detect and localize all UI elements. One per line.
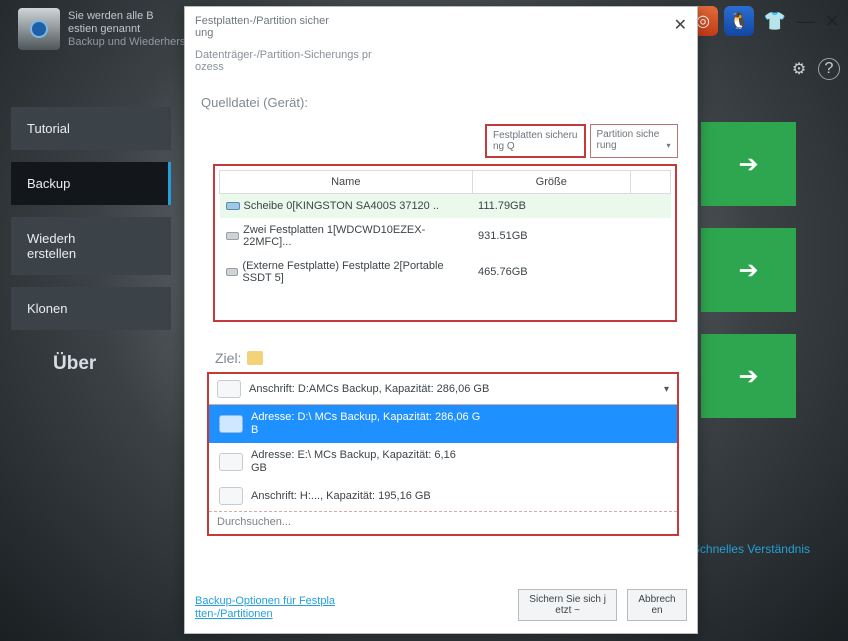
dest-selected[interactable]: Anschrift: D:AMCs Backup, Kapazität: 286… (209, 374, 677, 404)
disk-size: 111.79GB (472, 194, 630, 219)
col-size[interactable]: Größe (472, 171, 630, 194)
source-table-wrap: Name Größe Scheibe 0[KINGSTON SA400S 371… (213, 164, 677, 322)
source-label: Quelldatei (Gerät): (201, 95, 687, 110)
tab-partition-backup[interactable]: Partition siche rung ▾ (590, 124, 678, 158)
nav-label: Wiederh erstellen (27, 231, 76, 261)
table-row[interactable]: Scheibe 0[KINGSTON SA400S 37120 .. 111.7… (220, 194, 671, 219)
disk-size: 931.51GB (472, 218, 630, 254)
dest-option[interactable]: Adresse: E:\ MCs Backup, Kapazität: 6,16… (209, 443, 677, 481)
chevron-down-icon: ▾ (664, 384, 669, 395)
source-tabs: Festplatten sicheru ng Q Partition siche… (485, 124, 687, 158)
nav-restore[interactable]: Wiederh erstellen (11, 217, 171, 275)
tab-label: Partition siche rung (597, 129, 660, 151)
disk-icon (226, 202, 240, 210)
backup-now-button[interactable]: Sichern Sie sich j etzt ~ (518, 589, 617, 621)
nav-label: Backup (27, 176, 70, 191)
dialog-subtitle: Datenträger-/Partition-Sicherungs pr oze… (195, 49, 415, 73)
chevron-down-icon: ▾ (666, 140, 670, 151)
dialog-title: Festplatten-/Partition sicher ung (195, 15, 395, 39)
drive-icon (219, 415, 243, 433)
dest-label: Ziel: (215, 350, 687, 366)
header-icons: ◎ 🐧 👕 — ✕ (688, 6, 842, 36)
green-action-3[interactable]: ➔ (701, 334, 796, 418)
dest-label-text: Ziel: (215, 350, 241, 366)
disk-name: Zwei Festplatten 1[WDCWD10EZEX-22MFC]... (243, 224, 466, 248)
dest-browse[interactable]: Durchsuchen... (209, 511, 677, 534)
dest-option-text: Anschrift: H:..., Kapazität: 195,16 GB (251, 490, 431, 503)
window-close-icon[interactable]: ✕ (822, 11, 842, 32)
dest-selected-text: Anschrift: D:AMCs Backup, Kapazität: 286… (249, 383, 489, 395)
sub-icons: ⚙ ? (788, 58, 840, 80)
arrow-right-icon: ➔ (738, 362, 758, 391)
green-column: ➔ ➔ ➔ (701, 122, 796, 440)
quick-understanding-link[interactable]: Schnelles Verständnis (692, 542, 810, 556)
dest-option-list: Adresse: D:\ MCs Backup, Kapazität: 286,… (209, 404, 677, 534)
arrow-right-icon: ➔ (738, 150, 758, 179)
drive-icon (219, 487, 243, 505)
source-table: Name Größe Scheibe 0[KINGSTON SA400S 371… (219, 170, 671, 290)
disk-name: Scheibe 0[KINGSTON SA400S 37120 .. (244, 200, 439, 212)
dialog-footer: Backup-Optionen für Festpla tten-/Partit… (195, 589, 687, 621)
tab-label: Festplatten sicheru ng Q (493, 130, 578, 152)
disk-icon (226, 268, 239, 276)
help-icon[interactable]: ? (818, 58, 840, 80)
dialog-close-icon[interactable]: ✕ (674, 15, 687, 35)
green-action-1[interactable]: ➔ (701, 122, 796, 206)
cancel-button[interactable]: Abbrech en (627, 589, 687, 621)
dest-option[interactable]: Anschrift: H:..., Kapazität: 195,16 GB (209, 481, 677, 511)
col-empty (631, 171, 671, 194)
disk-size: 465.76GB (472, 254, 630, 290)
dest-option-text: Adresse: E:\ MCs Backup, Kapazität: 6,16… (251, 449, 456, 475)
disk-icon (226, 232, 240, 240)
left-nav: Tutorial Backup Wiederh erstellen Klonen… (11, 107, 171, 397)
col-name[interactable]: Name (220, 171, 473, 194)
drive-icon (217, 380, 241, 398)
green-action-2[interactable]: ➔ (701, 228, 796, 312)
nav-tutorial[interactable]: Tutorial (11, 107, 171, 150)
table-row[interactable]: Zwei Festplatten 1[WDCWD10EZEX-22MFC]...… (220, 218, 671, 254)
nav-clone[interactable]: Klonen (11, 287, 171, 330)
nav-label: Klonen (27, 301, 67, 316)
folder-icon (247, 351, 263, 365)
dest-option[interactable]: Adresse: D:\ MCs Backup, Kapazität: 286,… (209, 405, 677, 443)
dest-dropdown: Anschrift: D:AMCs Backup, Kapazität: 286… (207, 372, 679, 536)
nav-backup[interactable]: Backup (11, 162, 171, 205)
app-logo (18, 8, 60, 50)
tab-disk-backup[interactable]: Festplatten sicheru ng Q (485, 124, 586, 158)
drive-icon (219, 453, 243, 471)
arrow-right-icon: ➔ (738, 256, 758, 285)
tray-qq-icon[interactable]: 🐧 (724, 6, 754, 36)
window-minimize-icon[interactable]: — (796, 11, 816, 32)
dest-option-text: Adresse: D:\ MCs Backup, Kapazität: 286,… (251, 411, 480, 437)
table-row[interactable]: (Externe Festplatte) Festplatte 2[Portab… (220, 254, 671, 290)
gear-icon[interactable]: ⚙ (788, 58, 810, 80)
disk-name: (Externe Festplatte) Festplatte 2[Portab… (242, 260, 466, 284)
nav-label: Über (53, 356, 96, 371)
backup-options-link[interactable]: Backup-Optionen für Festpla tten-/Partit… (195, 595, 335, 621)
tray-shirt-icon[interactable]: 👕 (760, 6, 790, 36)
nav-about[interactable]: Über (11, 342, 171, 385)
nav-label: Tutorial (27, 121, 70, 136)
backup-dialog: ✕ Festplatten-/Partition sicher ung Date… (184, 6, 698, 634)
